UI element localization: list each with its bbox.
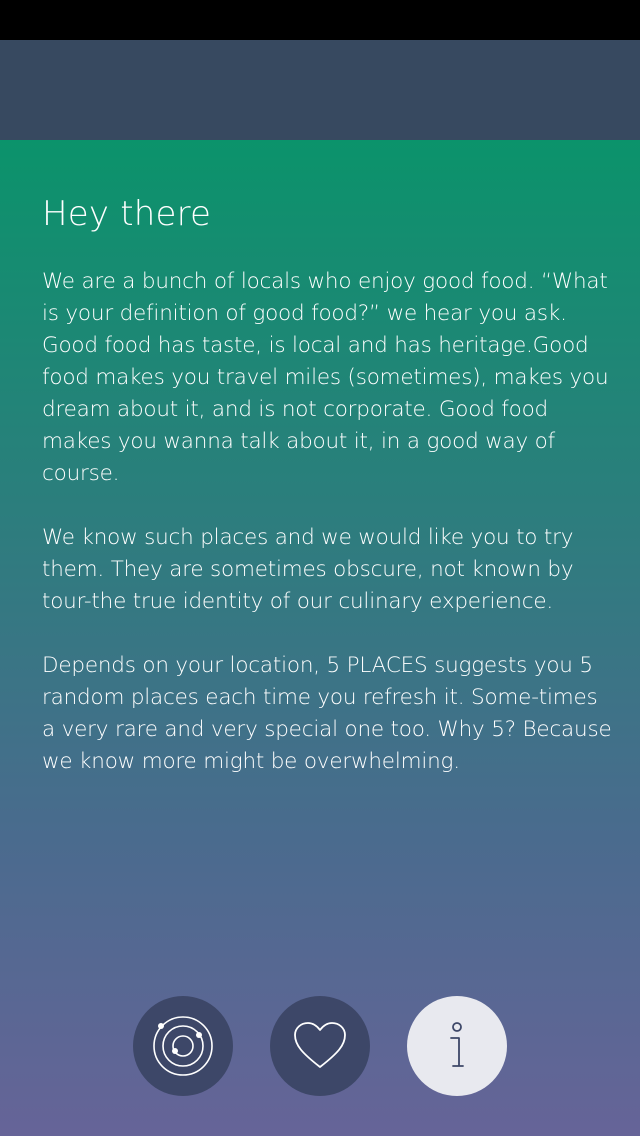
tab-info-button[interactable]: [407, 996, 507, 1096]
about-paragraph-2: We know such places and we would like yo…: [42, 525, 574, 614]
orbit-icon: [151, 1014, 215, 1078]
navigation-bar: [0, 40, 640, 140]
tab-favorites-button[interactable]: [270, 996, 370, 1096]
tab-bar: [0, 996, 640, 1096]
about-paragraph-3: Depends on your location, 5 PLACES sugge…: [42, 653, 612, 774]
heart-icon: [292, 1021, 348, 1071]
about-screen: Hey there We are a bunch of locals who e…: [0, 140, 640, 1136]
page-title: Hey there: [42, 194, 212, 234]
about-text: We are a bunch of locals who enjoy good …: [42, 266, 612, 810]
about-paragraph-1: We are a bunch of locals who enjoy good …: [42, 269, 609, 486]
info-icon: [442, 1021, 472, 1071]
status-bar: [0, 0, 640, 40]
tab-explore-button[interactable]: [133, 996, 233, 1096]
